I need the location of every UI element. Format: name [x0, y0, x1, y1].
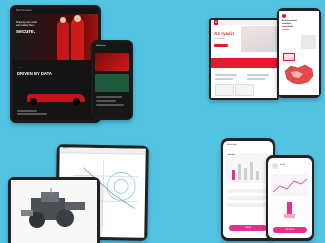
landing-red-band — [211, 58, 277, 68]
health-right-continue-button[interactable]: Continue — [273, 227, 307, 233]
map-phone-logo — [282, 14, 286, 18]
landing-tablet-screen: R Az ryaci! Lorem ipsum — [211, 20, 277, 98]
map-accent: az drakó — [282, 29, 290, 31]
ferrari-tablet-screen: Shell Scuderia Shaping new minds and mak… — [13, 8, 98, 120]
health-left-card: Statistics — [226, 153, 270, 183]
landing-brand-logo[interactable]: R — [214, 20, 218, 25]
health-left-chart-bar-1 — [232, 170, 235, 180]
ferrari-phone-line-1 — [96, 96, 122, 98]
driver-head-2 — [74, 15, 81, 22]
cad-toolbar — [59, 147, 146, 155]
cad-tablet-front — [8, 177, 100, 243]
health-phone-right: Profile Continue — [266, 155, 314, 241]
landing-subhead: Lorem ipsum — [214, 38, 225, 40]
hungary-map-graphic — [284, 64, 314, 85]
engine-3d-model — [21, 188, 85, 228]
ferrari-stat-bar-1 — [17, 110, 37, 112]
landing-card-1[interactable] — [215, 84, 234, 96]
landing-cta[interactable] — [214, 44, 228, 47]
ferrari-phone-title: Shell Ferrari — [96, 45, 106, 47]
health-right-illustration — [284, 202, 295, 218]
health-left-chart-bar-5 — [256, 171, 259, 180]
health-phone-right-screen: Profile Continue — [268, 158, 312, 238]
ferrari-phone: Shell Ferrari — [91, 40, 133, 120]
ferrari-phone-line-2 — [96, 100, 116, 102]
health-left-chart-bar-2 — [238, 164, 241, 180]
car-wheel-rear — [73, 98, 80, 105]
ferrari-phone-line-3 — [96, 104, 124, 106]
health-right-avatar — [272, 163, 278, 169]
landing-tablet: R Az ryaci! Lorem ipsum — [209, 18, 279, 100]
ferrari-hero: Shaping new minds and making them secure… — [13, 14, 98, 60]
cad-title: Sketch — [62, 147, 69, 150]
ferrari-phone-image — [95, 53, 129, 71]
landing-text-3 — [247, 74, 269, 76]
landing-topbar — [211, 20, 277, 25]
health-right-chart — [271, 174, 309, 196]
health-left-row-3 — [227, 203, 267, 207]
map-phone-screen: Az ötös mindenki érdekében mindenkinek a… — [279, 11, 319, 95]
health-right-continue-label: Continue — [285, 228, 295, 231]
ferrari-tablet: Shell Scuderia Shaping new minds and mak… — [10, 5, 101, 123]
health-left-send-button[interactable]: Send — [229, 225, 267, 231]
landing-card-2[interactable] — [235, 84, 254, 96]
driver-figure-2 — [71, 18, 84, 60]
ferrari-phone-screen: Shell Ferrari — [93, 43, 131, 117]
driver-head-1 — [60, 17, 66, 23]
landing-headline: Az ryaci! — [214, 32, 234, 37]
driver-figure-1 — [57, 20, 69, 60]
health-left-send-label: Send — [245, 226, 251, 229]
ferrari-section-kicker: Ferrari — [17, 67, 23, 69]
health-left-card-title: Statistics — [228, 154, 236, 156]
health-left-row-1 — [227, 189, 267, 193]
landing-text-1 — [215, 74, 237, 76]
health-right-header: Profile — [280, 164, 286, 166]
ferrari-stat-bar-2 — [17, 113, 47, 115]
health-left-header: Medical App — [227, 144, 237, 146]
ferrari-headline-accent: secure. — [16, 29, 36, 35]
map-image — [301, 35, 316, 49]
landing-hero-image — [241, 26, 277, 52]
cad-tablet-front-screen — [11, 180, 97, 243]
map-badge — [283, 53, 295, 61]
landing-text-2 — [215, 78, 233, 80]
health-left-row-2 — [227, 196, 267, 200]
ferrari-headline-line-2: and making them — [16, 24, 35, 27]
ferrari-phone-panel — [95, 74, 129, 92]
health-left-chart-bar-3 — [244, 168, 247, 180]
landing-text-4 — [247, 78, 265, 80]
map-phone: Az ötös mindenki érdekében mindenkinek a… — [277, 8, 321, 98]
showcase-canvas: Shell Scuderia Shaping new minds and mak… — [0, 0, 325, 243]
health-right-line-chart — [272, 178, 308, 193]
ferrari-nav-label[interactable]: Shell Scuderia — [16, 9, 31, 13]
health-left-chart-bar-4 — [250, 162, 253, 180]
car-wheel-front — [30, 98, 37, 105]
ferrari-section-title: DRIVEN BY DATA — [17, 71, 52, 76]
